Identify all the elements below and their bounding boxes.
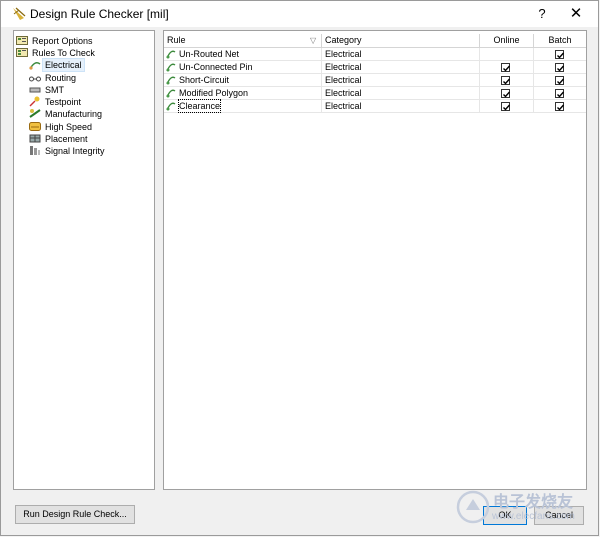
online-cell xyxy=(480,100,534,112)
rule-cell[interactable]: Un-Connected Pin xyxy=(164,61,322,73)
tree-item-label: Manufacturing xyxy=(45,109,103,119)
table-row[interactable]: Short-Circuit Electrical xyxy=(164,74,586,87)
rule-name: Short-Circuit xyxy=(179,75,230,85)
high-speed-icon xyxy=(29,121,41,132)
placement-icon xyxy=(29,133,41,144)
batch-cell xyxy=(534,48,586,60)
column-header-rule[interactable]: Rule ▽ xyxy=(164,34,322,47)
column-header-online[interactable]: Online xyxy=(480,34,534,47)
title-bar: Design Rule Checker [mil] ? ✕ xyxy=(1,1,598,27)
tree-item-label: SMT xyxy=(45,85,64,95)
online-cell xyxy=(480,61,534,73)
grid-header: Rule ▽ Category Online Batch xyxy=(164,34,586,48)
category-cell: Electrical xyxy=(322,48,480,60)
rule-name: Modified Polygon xyxy=(179,88,249,98)
column-header-category[interactable]: Category xyxy=(322,34,480,47)
category-cell: Electrical xyxy=(322,100,480,112)
routing-icon xyxy=(29,72,41,83)
tree-item-label: Placement xyxy=(45,134,88,144)
tree-item-label: High Speed xyxy=(45,122,93,132)
rules-grid: Rule ▽ Category Online Batch Un-Routed N… xyxy=(163,30,587,490)
rule-icon xyxy=(166,74,176,85)
watermark-url: www.elecfans.com xyxy=(492,511,575,522)
manufacturing-icon xyxy=(29,108,41,119)
category-cell: Electrical xyxy=(322,87,480,99)
filter-icon[interactable]: ▽ xyxy=(310,34,316,47)
rule-cell[interactable]: Modified Polygon xyxy=(164,87,322,99)
category-cell: Electrical xyxy=(322,61,480,73)
batch-cell xyxy=(534,61,586,73)
table-row[interactable]: Modified Polygon Electrical xyxy=(164,87,586,100)
batch-cell xyxy=(534,100,586,112)
category-cell: Electrical xyxy=(322,74,480,86)
report-options-icon xyxy=(16,35,28,46)
rule-name: Un-Routed Net xyxy=(179,49,240,59)
rule-name: Clearance xyxy=(177,99,222,113)
electrical-icon xyxy=(29,59,41,70)
column-header-batch[interactable]: Batch xyxy=(534,34,586,47)
rule-icon xyxy=(166,100,176,111)
table-row[interactable]: Un-Connected Pin Electrical xyxy=(164,61,586,74)
table-row[interactable]: Clearance Electrical xyxy=(164,99,586,113)
tree-item-label: Report Options xyxy=(32,36,93,46)
altium-app-icon xyxy=(11,6,27,22)
tree-item-label: Routing xyxy=(45,73,77,83)
online-checkbox[interactable] xyxy=(501,89,511,98)
testpoint-icon xyxy=(29,96,41,107)
rule-name: Un-Connected Pin xyxy=(179,62,253,72)
tree-item-label: Electrical xyxy=(42,58,85,72)
table-row[interactable]: Un-Routed Net Electrical xyxy=(164,48,586,61)
rule-icon xyxy=(166,61,176,72)
batch-checkbox[interactable] xyxy=(555,50,565,59)
batch-checkbox[interactable] xyxy=(555,63,565,72)
rule-icon xyxy=(166,48,176,59)
signal-integrity-icon xyxy=(29,145,41,156)
run-design-rule-check-button[interactable]: Run Design Rule Check... xyxy=(15,505,135,524)
online-cell xyxy=(480,74,534,86)
watermark-logo: 电子发烧友 www.elecfans.com xyxy=(456,486,596,532)
rule-cell[interactable]: Un-Routed Net xyxy=(164,48,322,60)
batch-checkbox[interactable] xyxy=(555,76,565,85)
tree-item-label: Testpoint xyxy=(45,97,82,107)
smt-icon xyxy=(29,84,41,95)
batch-cell xyxy=(534,87,586,99)
batch-checkbox[interactable] xyxy=(555,89,565,98)
window-title: Design Rule Checker [mil] xyxy=(30,7,169,21)
close-button[interactable]: ✕ xyxy=(567,5,585,23)
design-rule-checker-dialog: Design Rule Checker [mil] ? ✕ Report Opt… xyxy=(0,0,599,536)
rule-category-tree: Report Options Rules To Check Electrical Ro… xyxy=(13,30,155,490)
batch-cell xyxy=(534,74,586,86)
rules-to-check-icon xyxy=(16,47,28,58)
column-header-rule-label: Rule xyxy=(167,35,186,45)
tree-item-label: Signal Integrity xyxy=(45,146,105,156)
online-cell xyxy=(480,87,534,99)
tree-item-label: Rules To Check xyxy=(32,48,95,58)
online-checkbox[interactable] xyxy=(501,102,511,111)
rule-cell[interactable]: Clearance xyxy=(164,99,322,113)
online-checkbox[interactable] xyxy=(501,63,511,72)
online-cell xyxy=(480,48,534,60)
watermark-text: 电子发烧友 xyxy=(493,494,574,511)
rule-cell[interactable]: Short-Circuit xyxy=(164,74,322,86)
online-checkbox[interactable] xyxy=(501,76,511,85)
rule-icon xyxy=(166,87,176,98)
help-button[interactable]: ? xyxy=(533,5,551,23)
batch-checkbox[interactable] xyxy=(555,102,565,111)
